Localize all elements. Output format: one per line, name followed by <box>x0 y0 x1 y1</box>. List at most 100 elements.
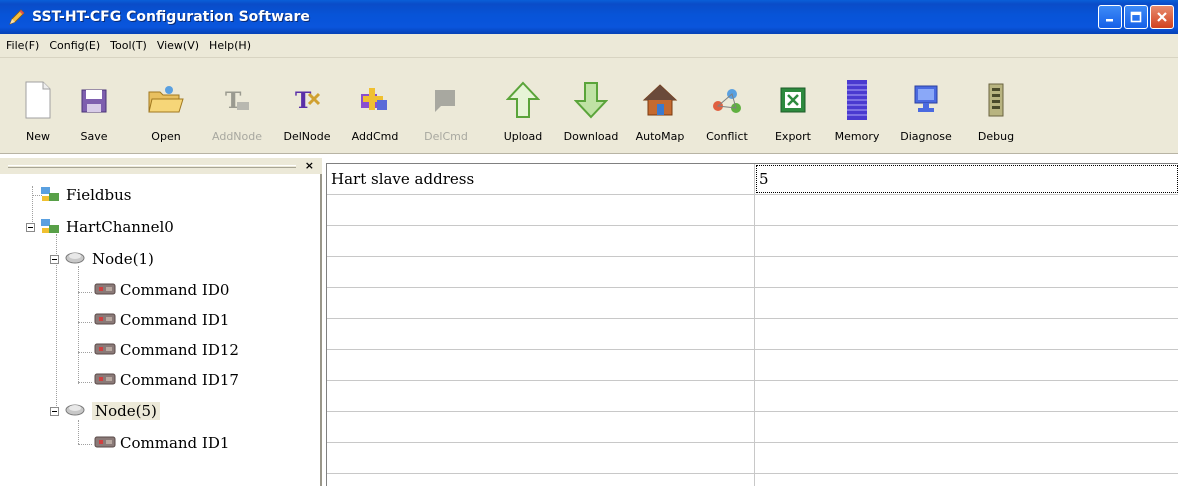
tree-item-command[interactable]: Command ID1 <box>94 308 229 332</box>
upload-arrow-icon <box>506 76 540 124</box>
open-folder-icon <box>147 76 185 124</box>
automap-button[interactable]: AutoMap <box>630 58 690 154</box>
table-row[interactable] <box>327 350 1178 381</box>
property-value[interactable] <box>755 350 1178 380</box>
conflict-icon <box>710 76 744 124</box>
table-row[interactable] <box>327 195 1178 226</box>
property-grid: Hart slave address 5 <box>326 163 1178 486</box>
property-value[interactable]: 5 <box>755 164 1178 194</box>
add-command-button[interactable]: AddCmd <box>350 58 400 154</box>
command-icon <box>94 372 116 389</box>
pencil-icon <box>6 6 28 28</box>
debug-button[interactable]: Debug <box>976 58 1016 154</box>
menu-bar: File(F) Config(E) Tool(T) View(V) Help(H… <box>0 34 1178 58</box>
collapse-toggle[interactable] <box>26 222 35 232</box>
tree-item-command[interactable]: Command ID17 <box>94 368 239 392</box>
table-row[interactable] <box>327 226 1178 257</box>
command-icon <box>94 312 116 329</box>
table-row[interactable] <box>327 257 1178 288</box>
property-name <box>327 257 754 287</box>
table-row[interactable] <box>327 412 1178 443</box>
delete-command-icon <box>432 76 460 124</box>
node-icon <box>64 250 86 269</box>
property-value[interactable] <box>755 195 1178 225</box>
open-button[interactable]: Open <box>144 58 188 154</box>
minimize-button[interactable] <box>1098 5 1122 29</box>
command-icon <box>94 435 116 452</box>
house-icon <box>642 76 678 124</box>
export-button[interactable]: Export <box>772 58 814 154</box>
collapse-toggle[interactable] <box>50 254 59 264</box>
upload-button[interactable]: Upload <box>500 58 546 154</box>
menu-help[interactable]: Help(H) <box>209 39 251 52</box>
delete-command-button: DelCmd <box>424 58 468 154</box>
property-value[interactable] <box>755 257 1178 287</box>
menu-file[interactable]: File(F) <box>6 39 39 52</box>
property-value[interactable] <box>755 412 1178 442</box>
pane-close-button[interactable]: × <box>305 158 314 174</box>
property-name <box>327 443 754 473</box>
close-button[interactable] <box>1150 5 1174 29</box>
table-row[interactable] <box>327 319 1178 350</box>
property-value[interactable] <box>755 381 1178 411</box>
property-name: Hart slave address <box>331 170 475 188</box>
new-file-icon <box>23 76 53 124</box>
node-icon <box>64 402 86 421</box>
menu-tool[interactable]: Tool(T) <box>110 39 147 52</box>
table-row[interactable] <box>327 443 1178 474</box>
tree-item-fieldbus[interactable]: Fieldbus <box>40 183 131 207</box>
download-button[interactable]: Download <box>556 58 626 154</box>
add-command-icon <box>359 76 391 124</box>
window-title: SST-HT-CFG Configuration Software <box>32 9 310 25</box>
property-value[interactable] <box>755 226 1178 256</box>
diagnose-button[interactable]: Diagnose <box>898 58 954 154</box>
maximize-button[interactable] <box>1124 5 1148 29</box>
svg-text:T: T <box>295 88 312 114</box>
delete-node-button[interactable]: T DelNode <box>282 58 332 154</box>
property-value[interactable] <box>755 319 1178 349</box>
pane-header: × <box>0 158 322 174</box>
property-name <box>327 350 754 380</box>
command-icon <box>94 282 116 299</box>
save-button[interactable]: Save <box>74 58 114 154</box>
title-bar: SST-HT-CFG Configuration Software <box>0 0 1178 34</box>
memory-bars-icon <box>846 76 868 124</box>
table-row[interactable]: Hart slave address 5 <box>327 164 1178 195</box>
property-name <box>327 319 754 349</box>
collapse-toggle[interactable] <box>50 406 59 416</box>
table-row[interactable] <box>327 288 1178 319</box>
property-value[interactable] <box>755 288 1178 318</box>
memory-button[interactable]: Memory <box>832 58 882 154</box>
property-name <box>327 226 754 256</box>
tree-item-node-5[interactable]: Node(5) <box>50 399 160 423</box>
add-node-icon: T <box>222 76 252 124</box>
property-name <box>327 288 754 318</box>
pane-grip[interactable] <box>8 165 296 168</box>
tree-item-command[interactable]: Command ID0 <box>94 278 229 302</box>
menu-view[interactable]: View(V) <box>157 39 199 52</box>
tree-item-command[interactable]: Command ID12 <box>94 338 239 362</box>
delete-node-icon: T <box>292 76 322 124</box>
network-icon <box>40 185 60 206</box>
debug-device-icon <box>987 76 1005 124</box>
add-node-button: T AddNode <box>212 58 262 154</box>
save-icon <box>79 76 109 124</box>
property-name <box>327 412 754 442</box>
tree-item-node-1[interactable]: Node(1) <box>50 247 154 271</box>
download-arrow-icon <box>574 76 608 124</box>
svg-text:T: T <box>225 88 242 114</box>
tree-pane: × Fieldbus HartChannel0 Node(1) Command … <box>0 158 322 486</box>
conflict-button[interactable]: Conflict <box>702 58 752 154</box>
tree-item-command[interactable]: Command ID1 <box>94 431 229 455</box>
property-value[interactable] <box>755 443 1178 473</box>
command-icon <box>94 342 116 359</box>
tree-item-hartchannel0[interactable]: HartChannel0 <box>26 215 174 239</box>
new-button[interactable]: New <box>18 58 58 154</box>
menu-config[interactable]: Config(E) <box>49 39 100 52</box>
property-name <box>327 195 754 225</box>
table-row[interactable] <box>327 381 1178 412</box>
property-name <box>327 381 754 411</box>
toolbar: New Save Open T AddNode T DelNode AddCmd <box>0 58 1178 154</box>
network-icon <box>40 217 60 238</box>
monitor-icon <box>913 76 939 124</box>
